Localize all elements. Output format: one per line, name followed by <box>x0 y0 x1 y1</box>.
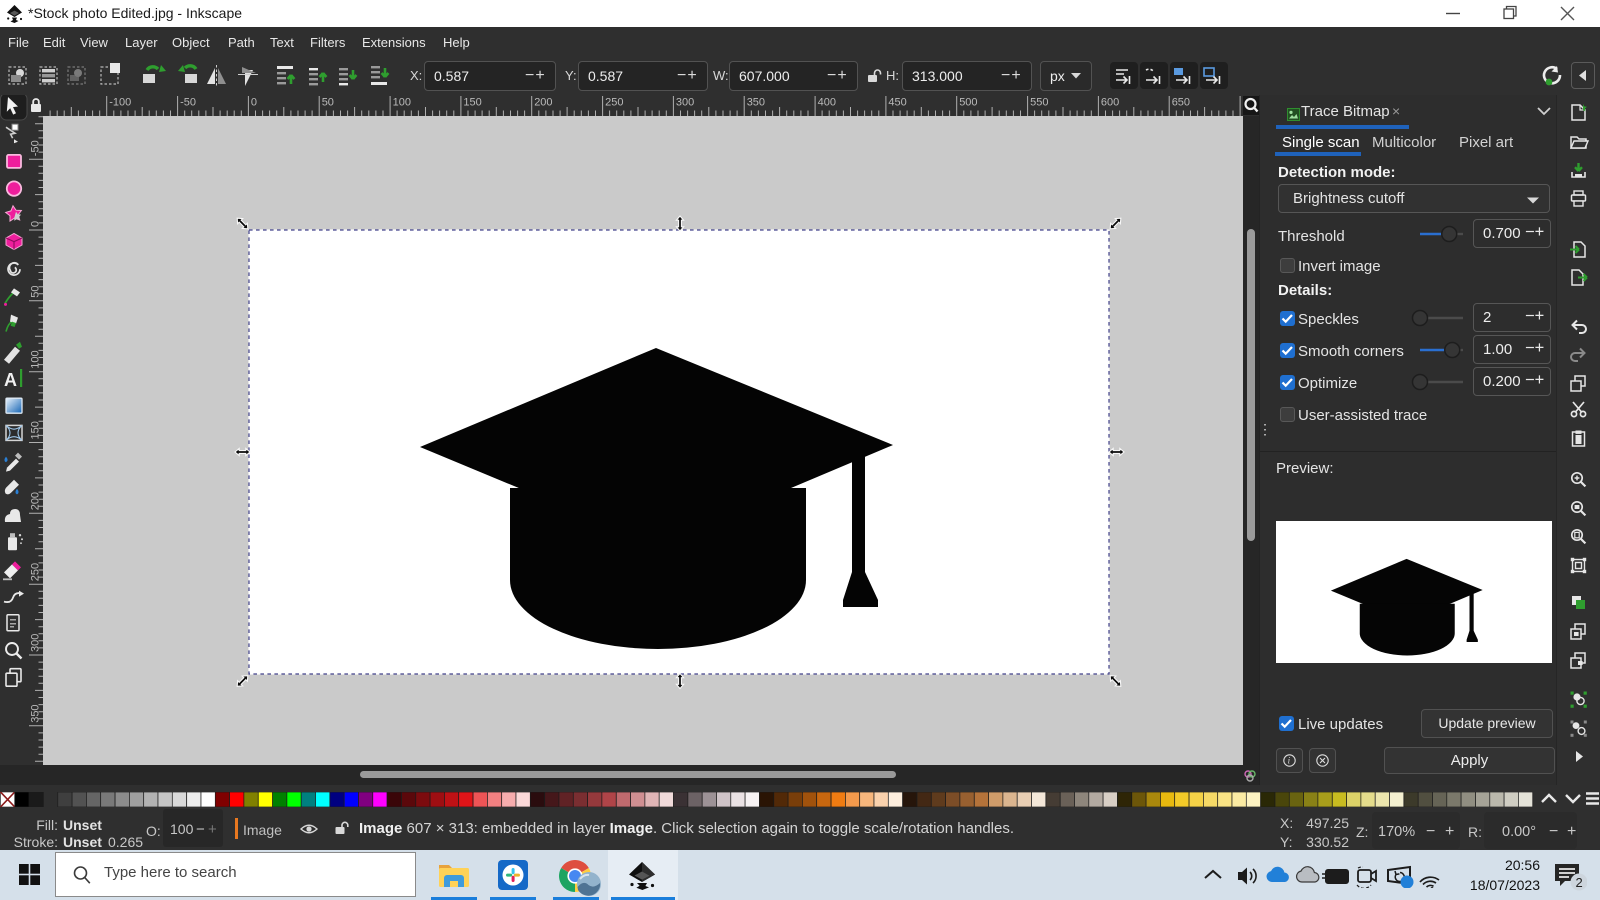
svg-text:400: 400 <box>818 97 836 109</box>
svg-text:650: 650 <box>1172 97 1190 109</box>
svg-text:500: 500 <box>959 97 977 109</box>
svg-text:550: 550 <box>1030 97 1048 109</box>
svg-text:350: 350 <box>30 704 42 722</box>
svg-text:450: 450 <box>888 97 906 109</box>
svg-text:200: 200 <box>534 97 552 109</box>
svg-text:150: 150 <box>463 97 481 109</box>
svg-text:100: 100 <box>393 97 411 109</box>
svg-text:-100: -100 <box>109 97 131 109</box>
svg-text:50: 50 <box>322 97 334 109</box>
svg-text:100: 100 <box>30 350 42 368</box>
svg-text:250: 250 <box>30 563 42 581</box>
svg-text:150: 150 <box>30 421 42 439</box>
svg-text:-50: -50 <box>180 97 196 109</box>
svg-text:350: 350 <box>747 97 765 109</box>
svg-text:200: 200 <box>30 492 42 510</box>
svg-text:i: i <box>1288 756 1291 766</box>
svg-text:600: 600 <box>1101 97 1119 109</box>
svg-text:0: 0 <box>30 221 42 227</box>
svg-text:A: A <box>4 370 17 390</box>
svg-text:-50: -50 <box>30 140 42 156</box>
svg-text:300: 300 <box>30 634 42 652</box>
svg-text:2: 2 <box>1576 875 1583 890</box>
svg-text:300: 300 <box>676 97 694 109</box>
svg-text:250: 250 <box>605 97 623 109</box>
svg-text:50: 50 <box>30 286 42 298</box>
svg-text:0: 0 <box>251 97 257 109</box>
